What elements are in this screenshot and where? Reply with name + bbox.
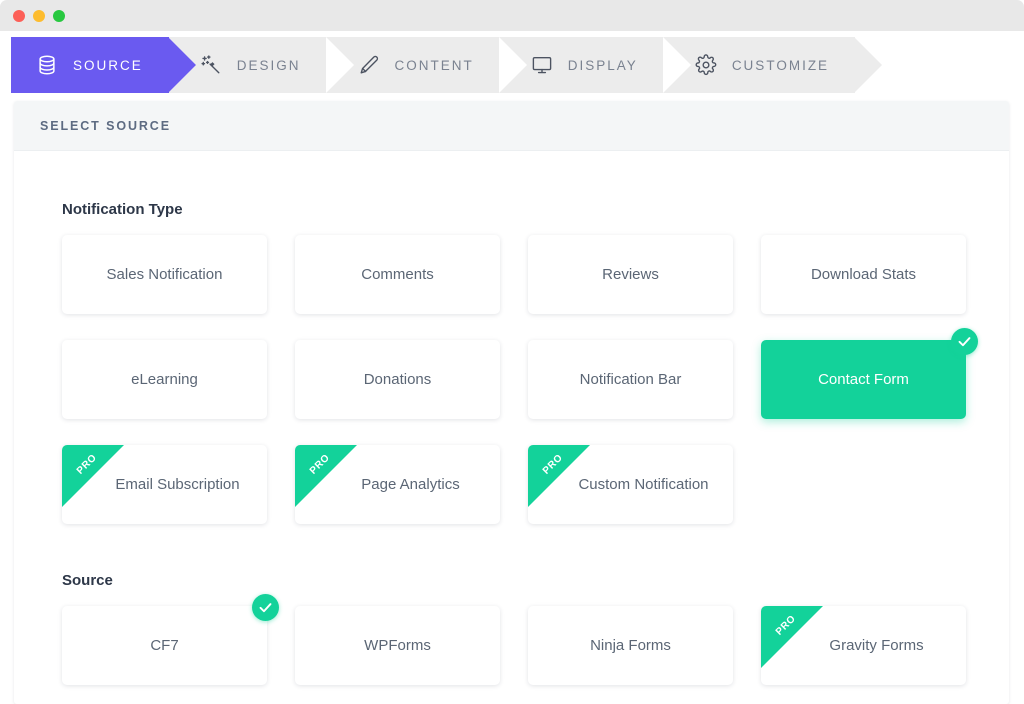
window-titlebar [0, 0, 1024, 31]
card-ninja-forms[interactable]: Ninja Forms [528, 606, 733, 685]
card-wpforms[interactable]: WPForms [295, 606, 500, 685]
close-window-button[interactable] [13, 9, 25, 22]
notification-type-section: Notification Type Sales Notification Com… [62, 201, 978, 524]
card-custom-notification[interactable]: PRO Custom Notification [528, 445, 733, 524]
wizard-step-navigation: SOURCE DESIGN CONTENT DISPLAY CUSTOMIZE [0, 31, 1024, 101]
step-customize-arrow [854, 37, 883, 93]
card-label: Custom Notification [578, 476, 709, 493]
card-donations[interactable]: Donations [295, 340, 500, 419]
app-window: SOURCE DESIGN CONTENT DISPLAY CUSTOMIZE … [0, 0, 1024, 704]
card-sales-notification[interactable]: Sales Notification [62, 235, 267, 314]
select-source-panel: SELECT SOURCE Notification Type Sales No… [14, 101, 1009, 704]
card-elearning[interactable]: eLearning [62, 340, 267, 419]
card-label: Gravity Forms [829, 637, 924, 654]
card-contact-form[interactable]: Contact Form [761, 328, 978, 419]
source-section: Source CF7 WPForms Ninja Forms PRO Gravi… [62, 572, 966, 685]
card-label: WPForms [364, 637, 431, 654]
step-customize[interactable]: CUSTOMIZE [662, 37, 883, 93]
card-label: Donations [363, 371, 432, 388]
source-card-grid: CF7 WPForms Ninja Forms PRO Gravity Form… [62, 594, 966, 685]
card-label: Contact Form [818, 371, 909, 388]
maximize-window-button[interactable] [53, 9, 65, 22]
step-source[interactable]: SOURCE [11, 37, 196, 93]
card-label: Reviews [602, 266, 659, 283]
step-display-label: DISPLAY [567, 57, 638, 73]
page-title: SELECT SOURCE [40, 118, 171, 133]
step-design-arrow [325, 37, 354, 93]
card-label: Sales Notification [106, 266, 223, 283]
selected-check-icon [252, 594, 279, 621]
pro-badge-label: PRO [773, 613, 799, 638]
panel-body: Notification Type Sales Notification Com… [14, 151, 1009, 685]
minimize-window-button[interactable] [33, 9, 45, 22]
card-comments[interactable]: Comments [295, 235, 500, 314]
step-design-label: DESIGN [236, 57, 301, 73]
card-email-subscription[interactable]: PRO Email Subscription [62, 445, 267, 524]
card-label: eLearning [131, 371, 198, 388]
card-reviews[interactable]: Reviews [528, 235, 733, 314]
monitor-icon [530, 53, 554, 77]
magic-wand-icon [199, 53, 223, 77]
selected-check-icon [951, 328, 978, 355]
gear-icon [694, 53, 718, 77]
step-display-arrow [662, 37, 691, 93]
card-label: Ninja Forms [590, 637, 671, 654]
card-label: Download Stats [810, 266, 917, 283]
card-gravity-forms[interactable]: PRO Gravity Forms [761, 606, 966, 685]
card-cf7[interactable]: CF7 [62, 594, 279, 685]
database-icon [35, 53, 59, 77]
pro-badge-label: PRO [307, 452, 333, 477]
step-source-arrow [167, 37, 196, 93]
step-list: SOURCE DESIGN CONTENT DISPLAY CUSTOMIZE [11, 37, 883, 93]
step-content-label: CONTENT [394, 57, 474, 73]
card-label: Page Analytics [361, 476, 460, 493]
pencil-icon [357, 53, 381, 77]
card-label: Comments [361, 266, 434, 283]
card-notification-bar[interactable]: Notification Bar [528, 340, 733, 419]
source-heading: Source [62, 572, 113, 589]
card-download-stats[interactable]: Download Stats [761, 235, 966, 314]
step-source-label: SOURCE [73, 57, 143, 73]
notification-type-card-grid: Sales Notification Comments Reviews Down… [62, 235, 978, 524]
panel-header: SELECT SOURCE [14, 101, 1009, 151]
step-customize-label: CUSTOMIZE [731, 57, 830, 73]
card-label: Notification Bar [579, 371, 682, 388]
card-label: Email Subscription [115, 476, 240, 493]
traffic-light-controls [13, 9, 65, 22]
card-label: CF7 [150, 637, 179, 654]
card-page-analytics[interactable]: PRO Page Analytics [295, 445, 500, 524]
notification-type-heading: Notification Type [62, 201, 183, 218]
step-content-arrow [498, 37, 527, 93]
